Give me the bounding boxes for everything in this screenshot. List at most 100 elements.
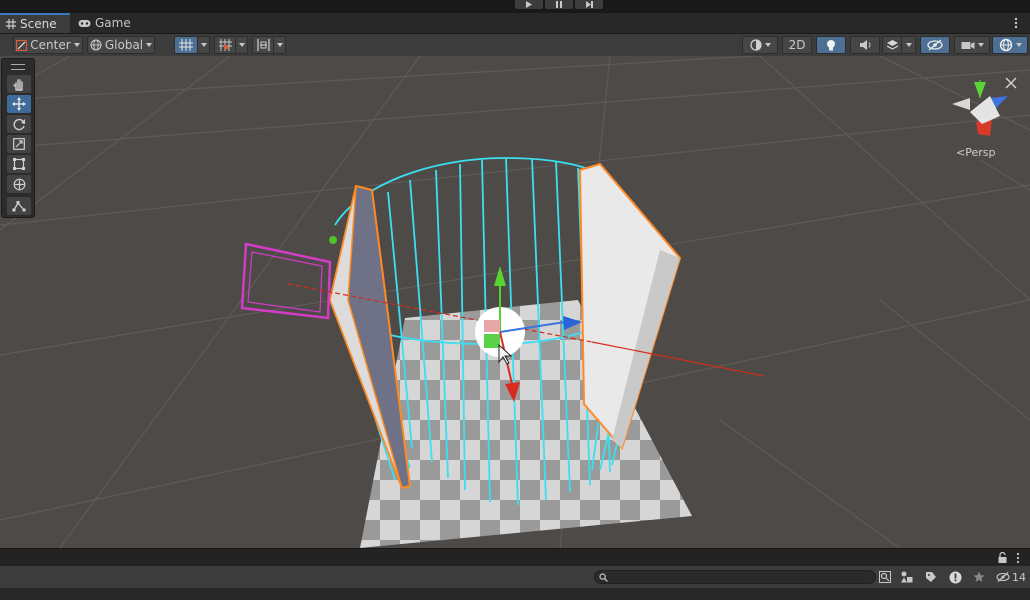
effects-layers-icon: [886, 40, 898, 50]
rotate-tool[interactable]: [7, 115, 31, 133]
hidden-objects-counter[interactable]: 14: [994, 569, 1028, 585]
label-filter-button[interactable]: [922, 569, 940, 585]
transform-icon: [13, 178, 25, 190]
hand-icon: [13, 78, 23, 91]
scale-tool[interactable]: [7, 135, 31, 153]
gizmos-dropdown[interactable]: [992, 36, 1028, 54]
filter-by-type-icon: [879, 571, 891, 583]
hierarchy-filter-button[interactable]: [898, 569, 916, 585]
panel-divider-bar: [0, 548, 1030, 567]
chevron-down-icon: [73, 43, 80, 47]
move-icon: [12, 97, 26, 111]
eye-slash-icon: [927, 39, 943, 51]
rotate-icon: [13, 118, 25, 130]
scale-icon: [13, 138, 25, 150]
play-icon: [526, 1, 532, 8]
grid-icon: [6, 19, 16, 29]
y-axis-arrow[interactable]: [494, 266, 506, 286]
pivot-center-icon: [16, 39, 28, 51]
pause-button[interactable]: [545, 0, 573, 9]
scene-toolbar: Center Global 2D: [0, 34, 1030, 57]
grid-snap-icon: [179, 39, 193, 51]
scene-viewport[interactable]: [0, 56, 1030, 548]
tab-scene-label: Scene: [20, 17, 57, 31]
visibility-toggle[interactable]: [920, 36, 950, 54]
light-gizmo: [329, 236, 337, 244]
chevron-down-icon: [977, 43, 984, 47]
xy-plane-handle[interactable]: [484, 320, 500, 332]
play-bar: [0, 0, 1030, 13]
grid-snap-dropdown[interactable]: [198, 36, 210, 54]
step-button[interactable]: [575, 0, 603, 9]
kebab-menu-icon[interactable]: [1016, 552, 1020, 564]
globe-icon: [90, 39, 102, 51]
scene-lighting-toggle[interactable]: [816, 36, 846, 54]
projection-toggle[interactable]: <Persp: [956, 146, 995, 159]
effects-dropdown[interactable]: [902, 36, 916, 54]
more-menu-button[interactable]: [1014, 16, 1020, 30]
gizmo-sphere-icon: [999, 38, 1012, 52]
increment-snap-icon: [218, 39, 232, 51]
move-tool[interactable]: [7, 95, 31, 113]
mode-2d-label: 2D: [788, 38, 806, 52]
info-circle-icon: [949, 571, 961, 583]
pivot-mode-label: Center: [30, 38, 71, 52]
pivot-mode-dropdown[interactable]: Center: [13, 36, 83, 54]
pivot-space-dropdown[interactable]: Global: [87, 36, 155, 54]
custom-tool-icon: [12, 201, 26, 212]
star-icon: [973, 571, 985, 582]
align-tool-dropdown[interactable]: [274, 36, 286, 54]
chevron-down-icon: [146, 43, 153, 47]
chevron-down-icon: [1015, 43, 1022, 47]
eye-slash-icon: [996, 572, 1010, 582]
tab-game-label: Game: [95, 16, 131, 30]
rect-tool[interactable]: [7, 155, 31, 173]
tab-scene[interactable]: Scene: [0, 13, 70, 33]
play-button[interactable]: [515, 0, 543, 9]
tag-icon: [926, 572, 936, 582]
audio-toggle[interactable]: [850, 36, 880, 54]
camera-settings-dropdown[interactable]: [954, 36, 990, 54]
chevron-down-icon: [200, 43, 207, 47]
increment-snap-toggle[interactable]: [214, 36, 236, 54]
lock-icon[interactable]: [998, 552, 1007, 563]
xz-plane-handle[interactable]: [484, 334, 500, 348]
rect-icon: [13, 158, 25, 170]
chevron-down-icon: [238, 43, 245, 47]
favorites-filter-button[interactable]: [970, 569, 988, 585]
orientation-gizmo[interactable]: [952, 77, 1017, 136]
pivot-space-label: Global: [104, 38, 144, 52]
search-icon: [599, 573, 608, 582]
kebab-menu-icon: [1014, 17, 1018, 29]
hidden-count-label: 14: [1012, 570, 1026, 584]
chevron-down-icon: [764, 43, 771, 47]
align-tool-toggle[interactable]: [252, 36, 274, 54]
projection-label: Persp: [965, 146, 996, 159]
pause-icon: [556, 1, 562, 8]
mode-2d-button[interactable]: 2D: [782, 36, 812, 54]
step-icon: [585, 1, 593, 8]
increment-snap-dropdown[interactable]: [236, 36, 248, 54]
search-by-type-button[interactable]: [876, 569, 894, 585]
tab-game[interactable]: Game: [72, 13, 146, 33]
chevron-down-icon: [276, 43, 283, 47]
shapes-icon: [901, 571, 913, 583]
transform-tool[interactable]: [7, 175, 31, 193]
search-input[interactable]: [594, 570, 876, 584]
tab-bar: Scene Game: [0, 13, 1030, 34]
effects-toggle[interactable]: [882, 36, 902, 54]
status-bar: [0, 588, 1030, 600]
gamepad-icon: [78, 19, 91, 27]
speaker-icon: [859, 40, 870, 50]
issues-filter-button[interactable]: [946, 569, 964, 585]
chevron-down-icon: [905, 43, 912, 47]
align-icon: [256, 39, 270, 51]
scene-render: [0, 56, 1030, 548]
chevron-left-icon: <: [956, 146, 966, 159]
hand-tool[interactable]: [7, 75, 31, 93]
grid-snap-toggle[interactable]: [174, 36, 198, 54]
shading-mode-icon: [749, 39, 762, 51]
palette-drag-handle[interactable]: [11, 64, 25, 70]
custom-editor-tool[interactable]: [7, 197, 31, 215]
draw-mode-dropdown[interactable]: [742, 36, 778, 54]
